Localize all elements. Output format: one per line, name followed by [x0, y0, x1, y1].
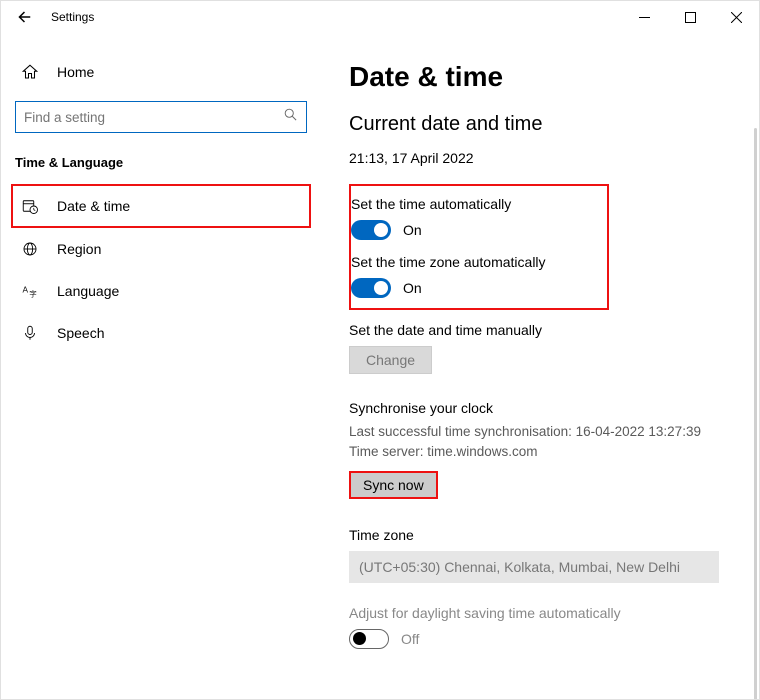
settings-window: Settings Home T [0, 0, 760, 700]
auto-tz-toggle[interactable] [351, 278, 391, 298]
sidebar-group-title: Time & Language [1, 151, 321, 184]
home-icon [21, 63, 39, 81]
sidebar-item-label: Language [57, 283, 119, 299]
minimize-button[interactable] [621, 2, 667, 32]
microphone-icon [21, 324, 39, 342]
sidebar-item-label: Date & time [57, 198, 130, 214]
search-input[interactable] [24, 110, 283, 125]
svg-text:A: A [23, 286, 29, 295]
auto-time-label: Set the time automatically [351, 196, 597, 212]
maximize-button[interactable] [667, 2, 713, 32]
scrollbar[interactable] [754, 128, 757, 699]
manual-dt-label: Set the date and time manually [349, 322, 759, 338]
dst-toggle [349, 629, 389, 649]
sync-heading: Synchronise your clock [349, 400, 759, 416]
sidebar: Home Time & Language Date & time Region … [1, 33, 321, 699]
sync-now-button[interactable]: Sync now [349, 471, 438, 499]
search-box[interactable] [15, 101, 307, 133]
titlebar: Settings [1, 1, 759, 33]
change-button: Change [349, 346, 432, 374]
dst-state: Off [401, 631, 419, 647]
sidebar-item-label: Speech [57, 325, 104, 341]
auto-tz-state: On [403, 280, 422, 296]
language-icon: A字 [21, 282, 39, 300]
maximize-icon [685, 12, 696, 23]
back-button[interactable] [15, 7, 35, 27]
tz-select: (UTC+05:30) Chennai, Kolkata, Mumbai, Ne… [349, 551, 719, 583]
main-content: Date & time Current date and time 21:13,… [321, 33, 759, 699]
close-icon [731, 12, 742, 23]
sidebar-item-speech[interactable]: Speech [1, 312, 321, 354]
dst-label: Adjust for daylight saving time automati… [349, 605, 759, 621]
sidebar-item-region[interactable]: Region [1, 228, 321, 270]
tz-heading: Time zone [349, 527, 759, 543]
sidebar-item-label: Region [57, 241, 101, 257]
sync-server-text: Time server: time.windows.com [349, 442, 759, 462]
search-icon [283, 107, 298, 127]
close-button[interactable] [713, 2, 759, 32]
sync-last-text: Last successful time synchronisation: 16… [349, 422, 759, 442]
section-current-dt: Current date and time [349, 113, 759, 136]
highlight-auto-settings: Set the time automatically On Set the ti… [349, 184, 609, 310]
window-title: Settings [51, 10, 94, 24]
arrow-left-icon [16, 8, 34, 26]
sidebar-home[interactable]: Home [1, 55, 321, 89]
auto-time-state: On [403, 222, 422, 238]
auto-time-toggle[interactable] [351, 220, 391, 240]
calendar-clock-icon [21, 197, 39, 215]
sidebar-item-date-time[interactable]: Date & time [11, 184, 311, 228]
sidebar-home-label: Home [57, 64, 94, 80]
globe-icon [21, 240, 39, 258]
sidebar-item-language[interactable]: A字 Language [1, 270, 321, 312]
minimize-icon [639, 12, 650, 23]
page-title: Date & time [349, 61, 759, 93]
auto-tz-label: Set the time zone automatically [351, 254, 597, 270]
svg-text:字: 字 [29, 288, 37, 298]
current-datetime-value: 21:13, 17 April 2022 [349, 150, 759, 166]
